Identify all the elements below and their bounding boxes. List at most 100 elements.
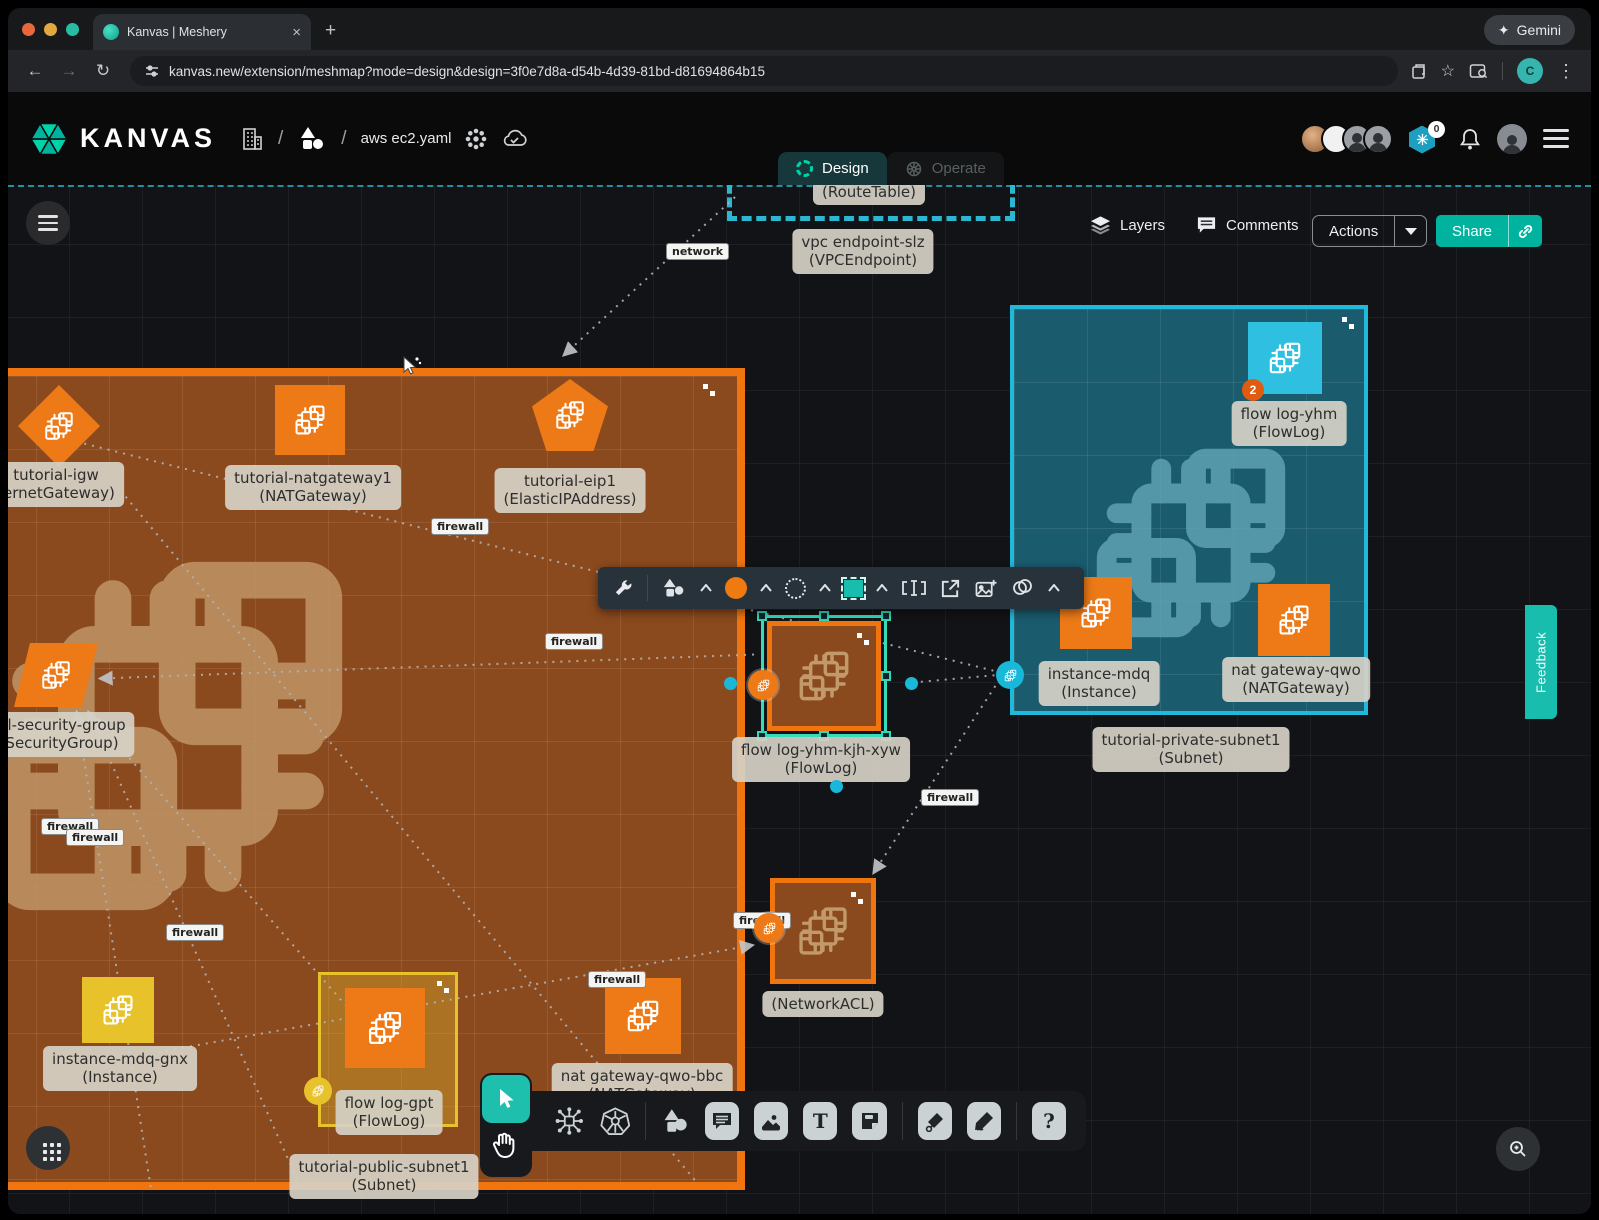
- design-file-name[interactable]: aws ec2.yaml: [361, 130, 452, 147]
- environment-badge[interactable]: 0: [1409, 124, 1443, 154]
- gemini-button[interactable]: ✦ Gemini: [1484, 15, 1575, 45]
- open-in-new-icon[interactable]: [940, 578, 961, 599]
- organization-icon[interactable]: [240, 125, 264, 153]
- shapes-tool-icon[interactable]: [661, 577, 687, 599]
- flow-log-count-badge[interactable]: 2: [1242, 379, 1264, 401]
- chip-icon: [552, 397, 588, 433]
- workloads-icon[interactable]: [465, 128, 487, 150]
- reload-button[interactable]: ↻: [88, 61, 118, 81]
- flow-log-selected-body[interactable]: [767, 621, 881, 731]
- chip-watermark-icon: [792, 900, 854, 962]
- pan-tool-button[interactable]: [491, 1131, 517, 1164]
- alignment-dot: [905, 677, 918, 690]
- shape-fill-tool[interactable]: [844, 580, 863, 597]
- selection-handle[interactable]: [819, 611, 829, 621]
- new-tab-button[interactable]: +: [311, 20, 350, 50]
- chevron-up-icon[interactable]: [760, 584, 772, 592]
- text-tool-button[interactable]: T: [803, 1102, 837, 1140]
- select-tool-button[interactable]: [482, 1075, 530, 1123]
- note-tool-button[interactable]: [852, 1102, 886, 1140]
- flow-log-edge-connector[interactable]: [748, 670, 778, 700]
- close-window-button[interactable]: [22, 23, 35, 36]
- nat-gateway-qwo-bbc-node[interactable]: [605, 978, 681, 1054]
- browser-tab[interactable]: Kanvas | Meshery ×: [93, 14, 311, 50]
- share-button[interactable]: Share: [1436, 215, 1542, 247]
- flow-log-gpt-node[interactable]: [345, 988, 425, 1068]
- resize-icon[interactable]: [437, 981, 449, 993]
- border-style-tool[interactable]: [785, 578, 806, 599]
- selection-handle[interactable]: [757, 611, 767, 621]
- design-canvas[interactable]: (RouteTable) vpc endpoint-slz (VPCEndpoi…: [8, 185, 1591, 1214]
- copy-link-button[interactable]: [1508, 215, 1542, 247]
- share-label[interactable]: Share: [1436, 223, 1508, 240]
- actions-dropdown-button[interactable]: [1394, 216, 1426, 246]
- forward-button[interactable]: →: [54, 61, 84, 81]
- widgets-grid-button[interactable]: [26, 1126, 70, 1170]
- profile-avatar[interactable]: C: [1517, 58, 1543, 84]
- kanvas-logo-icon[interactable]: [30, 120, 68, 158]
- back-button[interactable]: ←: [20, 61, 50, 81]
- minimize-window-button[interactable]: [44, 23, 57, 36]
- shapes-tool-icon[interactable]: [661, 1106, 690, 1136]
- resize-icon[interactable]: [1342, 317, 1354, 329]
- notifications-bell-icon[interactable]: [1459, 127, 1481, 151]
- site-settings-icon[interactable]: [144, 63, 160, 79]
- group-circles-icon[interactable]: [1011, 578, 1035, 598]
- resize-icon[interactable]: [857, 633, 869, 645]
- meshery-favicon-icon: [103, 24, 119, 40]
- comments-button[interactable]: Comments: [1196, 215, 1299, 235]
- nat-gateway-qwo-node[interactable]: [1258, 584, 1330, 656]
- subnet-edge-connector[interactable]: [996, 661, 1024, 689]
- user-avatar[interactable]: [1497, 124, 1527, 154]
- selection-handle[interactable]: [881, 611, 891, 621]
- flow-log-gpt-connector[interactable]: [304, 1077, 332, 1105]
- resize-icon[interactable]: [851, 892, 863, 904]
- chevron-up-icon[interactable]: [1048, 584, 1060, 592]
- bookmark-star-icon[interactable]: ☆: [1441, 61, 1455, 81]
- network-acl-connector[interactable]: [754, 913, 784, 943]
- instance-mdq-gnx-node[interactable]: [82, 977, 154, 1043]
- add-image-icon[interactable]: [974, 578, 998, 599]
- chevron-up-icon[interactable]: [876, 584, 888, 592]
- close-tab-icon[interactable]: ×: [292, 24, 301, 41]
- help-button[interactable]: ?: [1032, 1102, 1066, 1140]
- resize-icon[interactable]: [703, 384, 715, 396]
- components-tool-icon[interactable]: [554, 1104, 585, 1138]
- edge-pen-tool-button[interactable]: [918, 1102, 952, 1140]
- comment-tool-button[interactable]: [705, 1102, 739, 1140]
- app-menu-icon[interactable]: [1543, 129, 1569, 148]
- tab-operate[interactable]: Operate: [887, 152, 1004, 185]
- save-icon[interactable]: [1410, 63, 1427, 80]
- edge-label-firewall: firewall: [545, 633, 603, 650]
- pointer-tool-group: [480, 1073, 532, 1177]
- layers-button[interactable]: Layers: [1090, 215, 1165, 235]
- rename-field-icon[interactable]: [901, 578, 927, 598]
- actions-label[interactable]: Actions: [1313, 223, 1394, 240]
- chevron-up-icon[interactable]: [819, 584, 831, 592]
- address-field[interactable]: kanvas.new/extension/meshmap?mode=design…: [130, 56, 1398, 86]
- edge-network[interactable]: [564, 197, 735, 355]
- designs-icon[interactable]: [297, 125, 327, 153]
- network-acl-node[interactable]: [770, 878, 876, 984]
- cloud-sync-icon[interactable]: [501, 129, 529, 149]
- comment-icon: [711, 1111, 733, 1131]
- browser-menu-icon[interactable]: ⋮: [1557, 61, 1575, 82]
- configure-wrench-icon[interactable]: [612, 577, 634, 599]
- freehand-pencil-tool-button[interactable]: [967, 1102, 1001, 1140]
- selected-flow-log-node[interactable]: [761, 615, 887, 737]
- node-color-swatch[interactable]: [725, 577, 747, 599]
- zoom-search-button[interactable]: [1496, 1127, 1540, 1171]
- canvas-menu-button[interactable]: [26, 201, 70, 245]
- maximize-window-button[interactable]: [66, 23, 79, 36]
- feedback-tab[interactable]: Feedback: [1525, 605, 1557, 719]
- collaborator-avatar[interactable]: [1363, 124, 1393, 154]
- nat-gateway1-node[interactable]: [275, 385, 345, 455]
- actions-button[interactable]: Actions: [1312, 215, 1427, 247]
- selection-handle[interactable]: [881, 671, 891, 681]
- tab-design[interactable]: Design: [778, 152, 887, 185]
- alignment-dot: [830, 780, 843, 793]
- kubernetes-tool-icon[interactable]: [600, 1104, 631, 1138]
- image-tool-button[interactable]: [754, 1102, 788, 1140]
- search-tabs-icon[interactable]: [1469, 63, 1488, 80]
- chevron-up-icon[interactable]: [700, 584, 712, 592]
